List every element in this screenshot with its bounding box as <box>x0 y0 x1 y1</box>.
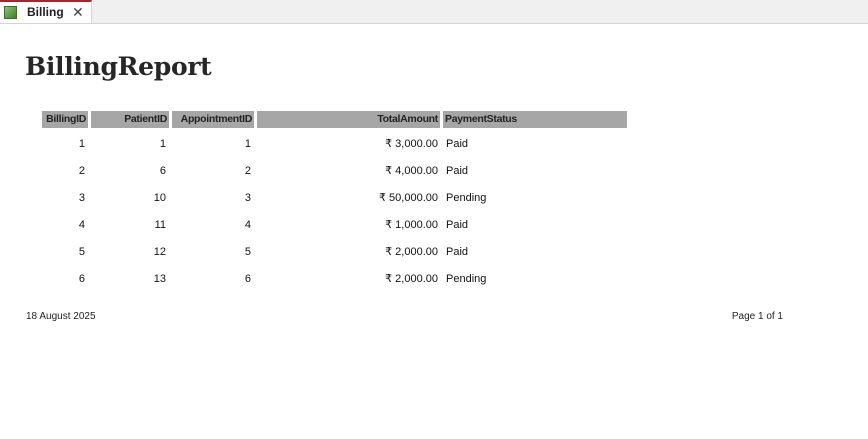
table-cell-appointmentid: 1 <box>244 138 251 150</box>
table-cell-billingid: 3 <box>78 192 85 204</box>
table-cell-patientid: 1 <box>159 138 166 150</box>
column-header-totalamount: TotalAmount <box>257 111 440 128</box>
table-cell-patientid: 13 <box>153 273 166 285</box>
table-cell-appointmentid: 5 <box>244 246 251 258</box>
table-cell-billingid: 1 <box>78 138 85 150</box>
report-title: BillingReport <box>25 52 212 81</box>
tab-billing[interactable]: Billing ✕ <box>0 0 92 23</box>
table-cell-patientid: 11 <box>154 219 166 231</box>
report-icon <box>4 6 17 19</box>
table-cell-totalamount: ₹ 2,000.00 <box>385 273 438 285</box>
table-cell-paymentstatus: Paid <box>446 246 469 258</box>
document-tab-bar: Billing ✕ <box>0 0 868 24</box>
table-cell-billingid: 4 <box>78 219 85 231</box>
table-cell-patientid: 12 <box>153 246 166 258</box>
report-date: 18 August 2025 <box>26 311 96 322</box>
table-cell-appointmentid: 2 <box>244 165 251 177</box>
table-cell-paymentstatus: Paid <box>446 165 469 177</box>
table-cell-paymentstatus: Pending <box>446 273 487 285</box>
table-cell-paymentstatus: Paid <box>446 138 469 150</box>
table-cell-totalamount: ₹ 1,000.00 <box>385 219 438 231</box>
table-cell-paymentstatus: Paid <box>446 219 469 231</box>
table-cell-appointmentid: 3 <box>244 192 251 204</box>
table-cell-totalamount: ₹ 2,000.00 <box>385 246 438 258</box>
table-cell-totalamount: ₹ 4,000.00 <box>385 165 438 177</box>
table-cell-billingid: 6 <box>78 273 85 285</box>
column-header-billingid: BillingID <box>42 111 88 128</box>
table-cell-appointmentid: 4 <box>244 219 251 231</box>
column-header-paymentstatus: PaymentStatus <box>443 111 627 128</box>
table-cell-totalamount: ₹ 3,000.00 <box>385 138 438 150</box>
table-cell-appointmentid: 6 <box>244 273 251 285</box>
table-cell-patientid: 10 <box>153 192 166 204</box>
column-header-appointmentid: AppointmentID <box>172 111 254 128</box>
table-cell-billingid: 2 <box>78 165 85 177</box>
table-cell-patientid: 6 <box>159 165 166 177</box>
column-header-patientid: PatientID <box>91 111 169 128</box>
page-number: Page 1 of 1 <box>731 311 783 322</box>
table-cell-paymentstatus: Pending <box>446 192 487 204</box>
tab-label: Billing <box>27 5 64 19</box>
table-cell-billingid: 5 <box>78 246 85 258</box>
table-cell-totalamount: ₹ 50,000.00 <box>379 192 438 204</box>
close-icon[interactable]: ✕ <box>72 4 84 20</box>
